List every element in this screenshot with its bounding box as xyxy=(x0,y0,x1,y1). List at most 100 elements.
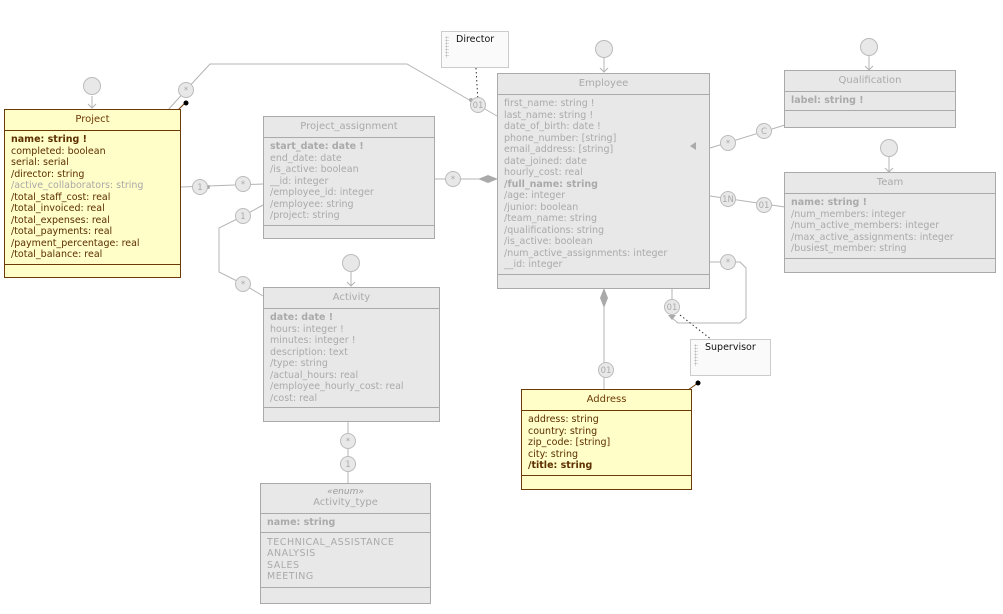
note-supervisor[interactable]: Supervisor xyxy=(690,339,771,376)
class-attribute: /total_balance: real xyxy=(11,249,103,260)
class-qualification[interactable]: Qualification label: string ! xyxy=(784,70,956,128)
cardinality-badge[interactable]: 01 xyxy=(470,97,486,113)
class-attribute: /director: string xyxy=(11,168,85,180)
class-attribute: name: string ! xyxy=(11,134,87,145)
class-title: Employee xyxy=(498,74,709,95)
class-attribute: /total_staff_cost: real xyxy=(11,191,111,203)
cardinality-badge[interactable]: * xyxy=(235,176,251,192)
class-operations xyxy=(264,408,439,424)
class-attribute: /age: integer xyxy=(504,190,566,201)
class-attribute: __id: integer xyxy=(504,259,563,270)
collapse-arrow-icon[interactable] xyxy=(690,142,696,150)
class-attribute: /employee: string xyxy=(270,198,354,210)
cardinality-badge[interactable]: 1N xyxy=(720,191,736,207)
cardinality-badge[interactable]: 01 xyxy=(664,299,680,315)
class-title: Qualification xyxy=(785,71,955,92)
class-attribute: /num_active_members: integer xyxy=(791,220,940,231)
class-attribute: /project: string xyxy=(270,210,340,221)
class-title: Project_assignment xyxy=(264,117,434,138)
class-attribute: /is_active: boolean xyxy=(504,236,593,247)
class-attribute: name: string xyxy=(267,517,336,528)
enum-value: TECHNICAL_ASSISTANCE xyxy=(267,536,395,548)
class-attribute: last_name: string ! xyxy=(504,109,594,121)
class-title: Project xyxy=(5,110,180,131)
class-attribute: /active_collaborators: string xyxy=(11,180,144,191)
class-attributes: address: string country: string zip_code: … xyxy=(522,411,691,476)
cardinality-badge[interactable]: * xyxy=(178,82,194,98)
class-attribute: /actual_hours: real xyxy=(270,369,359,381)
cardinality-badge[interactable]: 1 xyxy=(235,208,251,224)
class-operations xyxy=(498,275,709,291)
cardinality-badge[interactable]: * xyxy=(720,135,736,151)
class-operations xyxy=(785,259,995,275)
class-attribute: phone_number: [string] xyxy=(504,132,617,144)
cardinality-badge[interactable]: * xyxy=(340,433,356,449)
link-project-director xyxy=(167,63,498,117)
class-title: Address xyxy=(522,390,691,411)
class-attribute: /title: string xyxy=(528,460,593,471)
class-attributes: name: string !/num_members: integer/num_… xyxy=(785,194,995,259)
class-attributes: first_name: string ! last_name: string ! d… xyxy=(498,95,709,275)
class-attribute: /cost: real xyxy=(270,392,318,404)
class-address[interactable]: Address address: string country: string zi… xyxy=(521,389,692,490)
class-title: Activity_type xyxy=(261,497,430,514)
class-attribute: /employee_id: integer xyxy=(270,187,374,198)
class-attribute: first_name: string ! xyxy=(504,98,595,109)
composition-diamond-address xyxy=(600,288,608,308)
cardinality-badge[interactable]: C xyxy=(756,123,772,139)
class-attribute: hourly_cost: real xyxy=(504,167,583,178)
note-title: Supervisor xyxy=(705,342,756,353)
class-attribute: description: text xyxy=(270,346,348,358)
class-attributes: name: string xyxy=(261,514,430,533)
cardinality-badge[interactable]: 01 xyxy=(756,197,772,213)
class-attribute: start_date: date ! xyxy=(270,141,364,152)
class-employee[interactable]: Employee first_name: string ! last_name: … xyxy=(497,73,710,289)
class-operations xyxy=(785,111,955,127)
class-attribute: /team_name: string xyxy=(504,213,598,224)
class-attribute: /employee_hourly_cost: real xyxy=(270,381,404,392)
cardinality-badge[interactable]: 1 xyxy=(340,456,356,472)
class-attribute: /junior: boolean xyxy=(504,201,579,213)
class-attributes: start_date: date ! end_date: date/is_acti… xyxy=(264,138,434,226)
cardinality-badge[interactable]: * xyxy=(445,171,461,187)
employee-anchor-circle xyxy=(595,40,613,58)
cardinality-badge[interactable]: * xyxy=(235,276,251,292)
enum-value: ANALYSIS xyxy=(267,548,316,559)
link-supervisor-note xyxy=(679,314,713,341)
class-project[interactable]: Project name: string ! completed: boolean… xyxy=(4,109,181,278)
class-attributes: name: string ! completed: boolean serial: … xyxy=(5,131,180,265)
class-attribute: /payment_percentage: real xyxy=(11,237,140,249)
class-attribute: /total_invoiced: real xyxy=(11,203,105,214)
note-director[interactable]: Director xyxy=(441,31,509,68)
class-attribute: minutes: integer ! xyxy=(270,335,356,346)
cardinality-badge[interactable]: 1 xyxy=(192,179,208,195)
class-attribute: name: string ! xyxy=(791,197,867,208)
class-attribute: /busiest_member: string xyxy=(791,243,907,254)
cardinality-badge[interactable]: 01 xyxy=(598,362,614,378)
note-grip-icon xyxy=(445,36,449,58)
activity-anchor-circle xyxy=(342,254,360,272)
enum-stereotype: «enum» xyxy=(327,487,364,497)
class-attribute: /full_name: string xyxy=(504,178,598,190)
class-activity[interactable]: Activity date: date ! hours: integer ! min… xyxy=(263,287,440,422)
class-attribute: /is_active: boolean xyxy=(270,164,359,175)
class-attribute: country: string xyxy=(528,425,598,437)
qualification-anchor-circle xyxy=(860,38,878,56)
class-attribute: completed: boolean xyxy=(11,145,106,157)
enum-value: MEETING xyxy=(267,571,314,582)
class-project-assignment[interactable]: Project_assignment start_date: date ! end… xyxy=(263,116,435,239)
class-attribute: end_date: date xyxy=(270,152,342,164)
team-anchor-circle xyxy=(880,139,898,157)
class-attribute: /max_active_assignments: integer xyxy=(791,231,954,243)
enum-value: SALES xyxy=(267,559,300,571)
class-attribute: /total_payments: real xyxy=(11,226,113,237)
note-grip-icon xyxy=(694,344,698,366)
enum-activity-type[interactable]: «enum» Activity_type name: string TECHNI… xyxy=(260,483,431,604)
class-title: Team xyxy=(785,173,995,194)
class-attribute: date_of_birth: date ! xyxy=(504,121,601,132)
class-attributes: label: string ! xyxy=(785,92,955,111)
cardinality-badge[interactable]: * xyxy=(720,254,736,270)
class-team[interactable]: Team name: string !/num_members: integer… xyxy=(784,172,996,273)
class-attributes: date: date ! hours: integer ! minutes: int… xyxy=(264,309,439,408)
class-attribute: email_address: [string] xyxy=(504,144,614,155)
